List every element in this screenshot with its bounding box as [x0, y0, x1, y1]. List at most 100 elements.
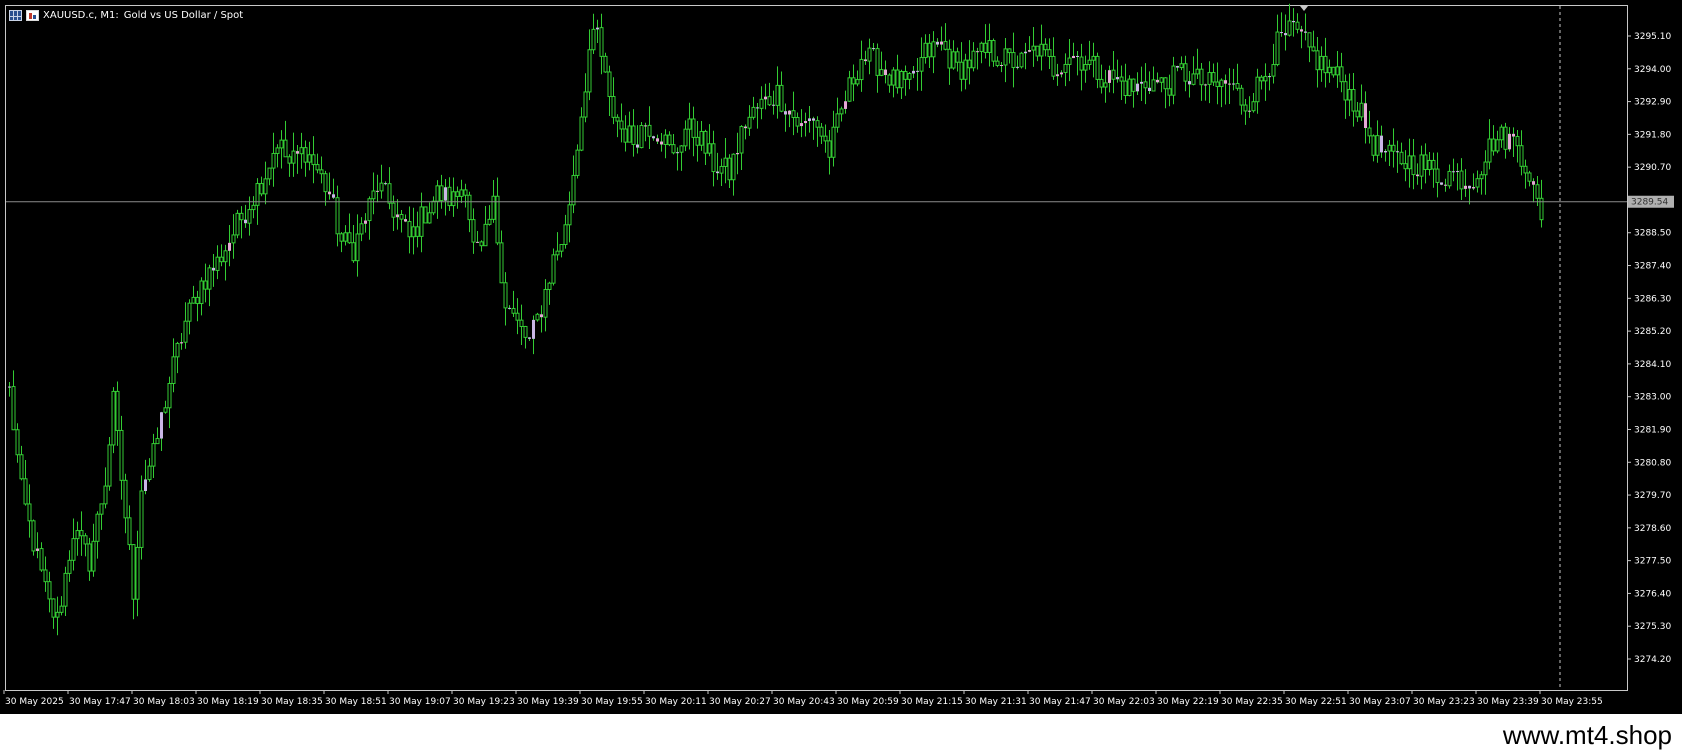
- candle: [376, 174, 379, 203]
- candle-body: [1056, 74, 1059, 77]
- candle: [311, 136, 316, 184]
- candle: [979, 41, 984, 64]
- candle: [1495, 130, 1500, 154]
- candle-body: [703, 130, 708, 154]
- candle-body: [135, 546, 140, 600]
- price-tick-label: 3280.80: [1634, 458, 1671, 468]
- candle: [384, 181, 387, 186]
- chart-window[interactable]: 3295.10 3294.00 3292.90 3291.80 3290.70 3288.…: [0, 0, 1682, 714]
- candle-body: [87, 543, 92, 572]
- candle-body: [1396, 151, 1399, 153]
- candle-body: [819, 126, 824, 137]
- candle-body: [287, 156, 292, 164]
- candle: [228, 225, 231, 267]
- candle-body: [795, 116, 800, 127]
- candle: [663, 129, 668, 159]
- candle: [1103, 69, 1108, 103]
- candle-body: [244, 219, 247, 224]
- candle: [808, 106, 811, 133]
- candle: [1519, 130, 1524, 176]
- price-chart[interactable]: 3295.10 3294.00 3292.90 3291.80 3290.70 3288.…: [0, 0, 1682, 714]
- candle: [371, 172, 376, 215]
- candle: [1035, 45, 1040, 62]
- candle-body: [1359, 102, 1364, 118]
- candle-body: [1003, 48, 1008, 66]
- candle: [603, 52, 608, 73]
- candle-body: [247, 209, 252, 224]
- candle-body: [407, 221, 412, 238]
- candle-body: [1219, 79, 1224, 88]
- candle: [1464, 169, 1467, 197]
- candle: [727, 154, 732, 188]
- candle: [1179, 56, 1184, 71]
- candle-body: [1067, 57, 1072, 65]
- candle-body: [1343, 81, 1348, 101]
- candle: [751, 96, 756, 120]
- candle-body: [1512, 133, 1515, 137]
- candle-body: [867, 47, 872, 62]
- candle: [1207, 61, 1212, 104]
- candle: [83, 533, 88, 557]
- candle-body: [647, 124, 652, 137]
- candle-body: [1479, 174, 1484, 180]
- candle-body: [1271, 64, 1276, 77]
- candle: [180, 333, 183, 350]
- candle-body: [1051, 55, 1056, 77]
- candle-body: [1323, 55, 1328, 74]
- candle-body: [627, 125, 632, 143]
- candle-body: [736, 153, 739, 155]
- candle-body: [319, 169, 324, 175]
- chart-grid-icon[interactable]: [9, 9, 22, 21]
- candle: [1440, 182, 1443, 186]
- candle: [1136, 72, 1139, 95]
- candle: [1063, 53, 1068, 87]
- candle-body: [1131, 78, 1136, 92]
- candle: [328, 172, 331, 200]
- candle: [59, 596, 64, 616]
- candle: [1399, 142, 1404, 166]
- symbol-description: Gold vs US Dollar / Spot: [123, 9, 244, 21]
- candle-body: [1284, 33, 1287, 36]
- candle-body: [599, 27, 604, 57]
- candle-body: [1239, 87, 1244, 106]
- candle-body: [1108, 70, 1111, 83]
- candle-body: [1304, 31, 1307, 33]
- candle: [607, 65, 612, 117]
- candle-body: [1028, 50, 1031, 52]
- candle-body: [839, 108, 844, 115]
- candle: [1515, 129, 1520, 163]
- candle-body: [1275, 31, 1280, 66]
- candle-body: [679, 145, 684, 153]
- candle: [1232, 68, 1235, 91]
- candle-body: [636, 144, 639, 148]
- candle-body: [1367, 127, 1372, 137]
- candle-body: [328, 191, 331, 195]
- candle: [804, 112, 807, 137]
- candle: [319, 156, 324, 184]
- candlestick-icon[interactable]: [26, 9, 39, 21]
- candle-body: [775, 84, 780, 106]
- candle: [1000, 62, 1003, 73]
- candle-body: [1419, 154, 1424, 177]
- candle-body: [983, 42, 988, 53]
- candle: [1255, 68, 1260, 114]
- candle: [147, 458, 152, 482]
- candle: [1148, 71, 1151, 95]
- candle-body: [851, 77, 856, 85]
- candle-body: [1063, 63, 1068, 73]
- candle-body: [667, 134, 672, 146]
- candle: [1315, 37, 1320, 88]
- candle-body: [895, 69, 900, 89]
- candle-body: [364, 220, 367, 224]
- candle: [447, 177, 452, 211]
- candle: [212, 253, 215, 287]
- candle: [379, 164, 384, 199]
- candle: [1343, 74, 1348, 119]
- candle-body: [399, 213, 404, 220]
- candle: [1019, 51, 1024, 69]
- candle: [367, 196, 372, 240]
- candle-body: [1519, 145, 1524, 167]
- time-tick-label: 30 May 17:47: [69, 697, 131, 707]
- candle: [271, 132, 276, 187]
- candle: [872, 42, 875, 51]
